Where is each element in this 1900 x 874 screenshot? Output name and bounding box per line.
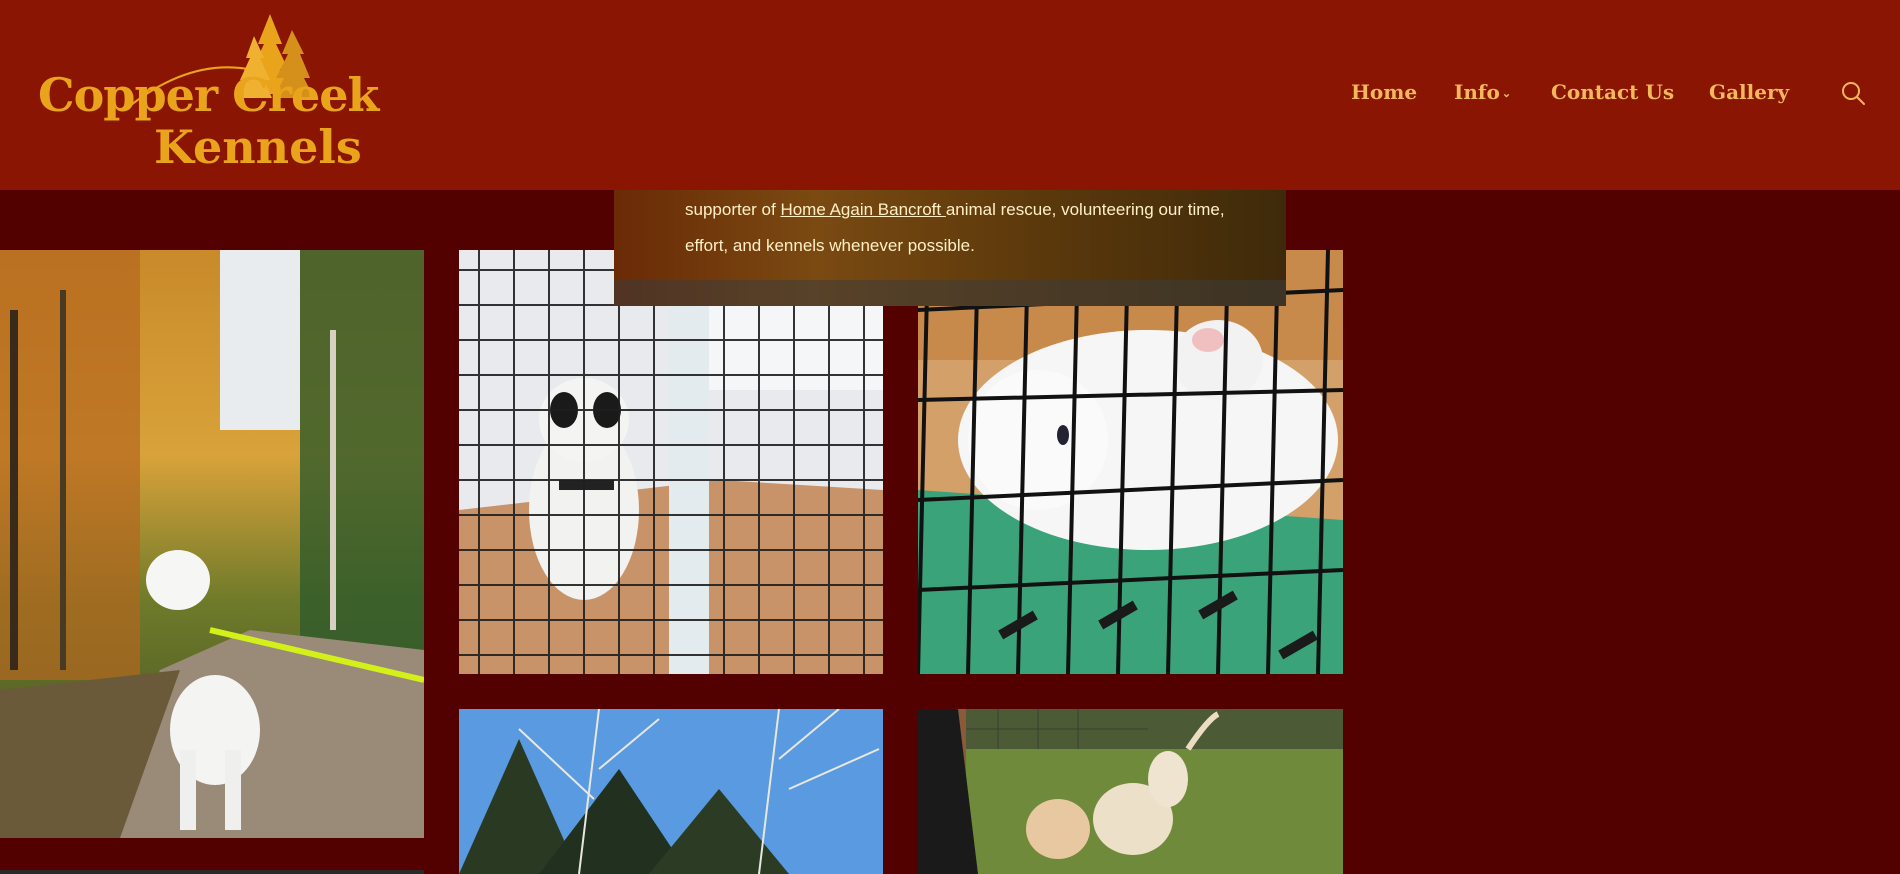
nav-contact-label: Contact Us: [1551, 80, 1675, 104]
logo-name-line1: Copper Creek: [38, 68, 379, 122]
nav-home[interactable]: Home: [1351, 80, 1417, 104]
nav-contact-us[interactable]: Contact Us: [1551, 80, 1674, 104]
intro-paragraph: supporter of Home Again Bancroft animal …: [685, 192, 1245, 264]
site-header: Copper Creek Kennels Home Info ⌄ Contact …: [0, 0, 1900, 190]
site-logo[interactable]: Copper Creek Kennels: [38, 14, 379, 174]
search-icon: [1842, 82, 1865, 105]
gallery-photo-dog-forest[interactable]: [0, 250, 424, 838]
overlay-tint: [614, 280, 1286, 306]
home-again-bancroft-link[interactable]: Home Again Bancroft: [780, 200, 945, 219]
intro-text-before: supporter of: [685, 200, 781, 219]
gallery-photo-dog-crate[interactable]: [459, 250, 883, 674]
search-button[interactable]: [1840, 80, 1866, 106]
chevron-down-icon: ⌄: [1501, 87, 1512, 100]
gallery-photo-partial[interactable]: [0, 870, 424, 874]
intro-text-panel: supporter of Home Again Bancroft animal …: [614, 190, 1286, 306]
nav-info-label: Info: [1454, 80, 1500, 104]
gallery-photo-puppies[interactable]: [918, 709, 1343, 874]
gallery-photo-birch-sky[interactable]: [459, 709, 883, 874]
nav-home-label: Home: [1351, 80, 1418, 104]
nav-info[interactable]: Info ⌄: [1454, 80, 1511, 104]
nav-gallery[interactable]: Gallery: [1709, 80, 1789, 104]
nav-gallery-label: Gallery: [1709, 80, 1790, 104]
logo-name-line2: Kennels: [154, 120, 362, 174]
page: Copper Creek Kennels Home Info ⌄ Contact …: [0, 0, 1900, 874]
gallery-photo-cat-crate[interactable]: [918, 250, 1343, 674]
